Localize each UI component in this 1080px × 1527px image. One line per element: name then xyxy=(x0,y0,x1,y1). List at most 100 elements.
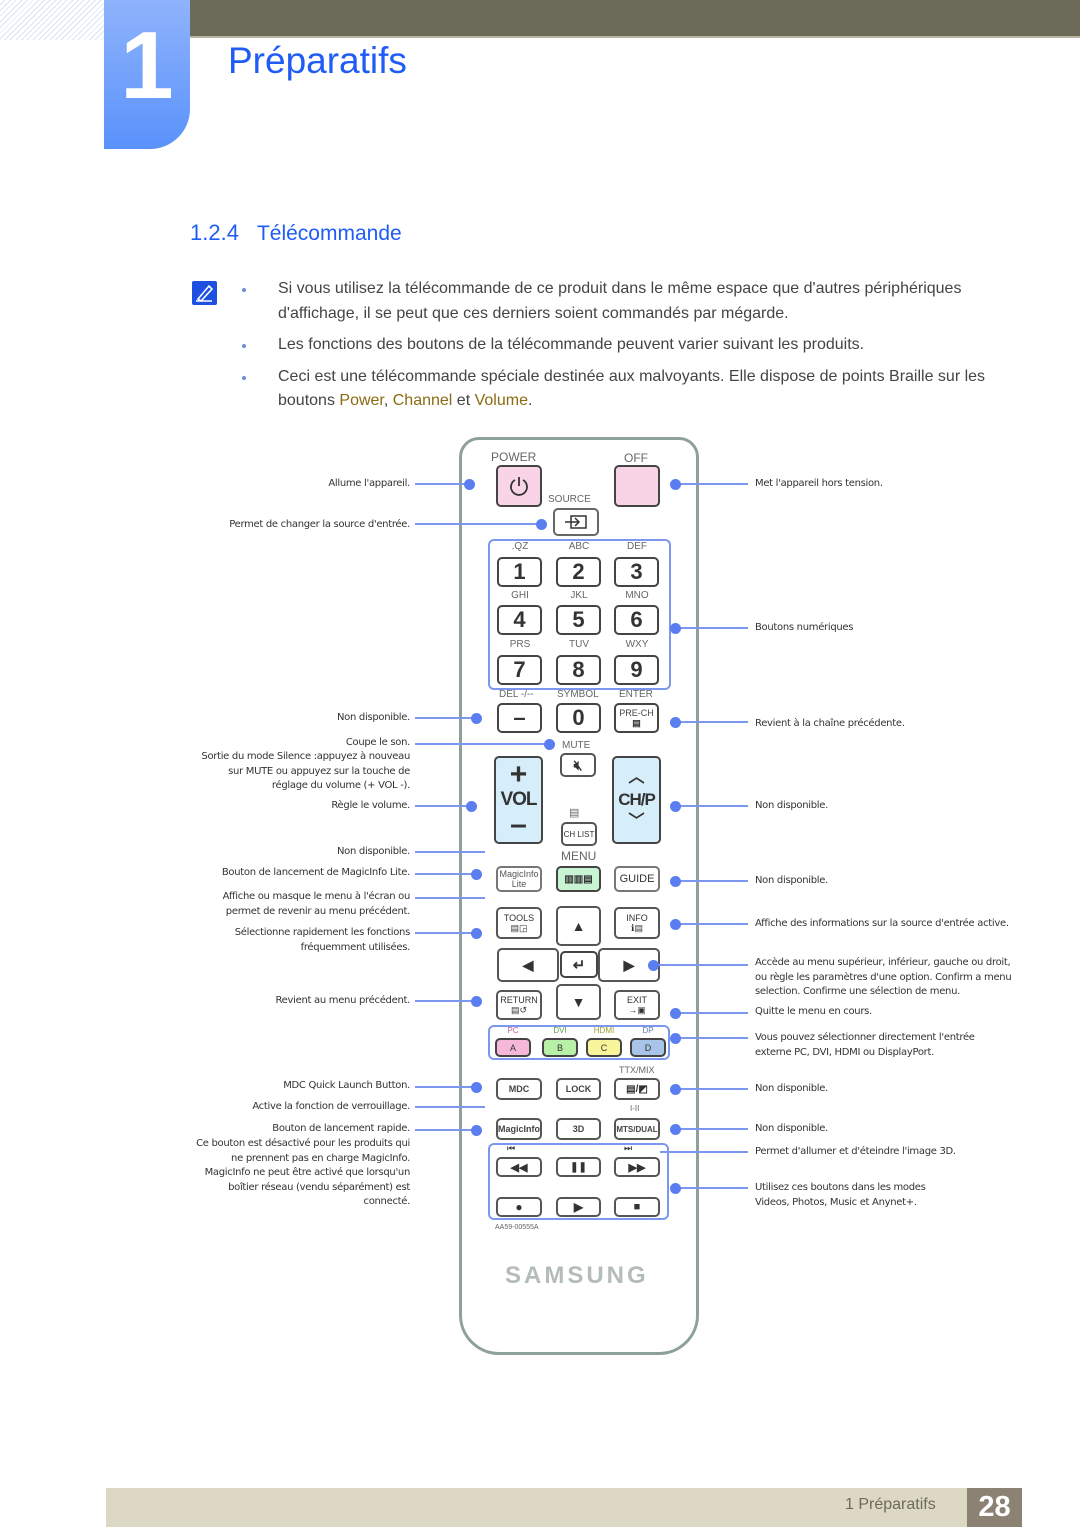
color-key-a-button[interactable]: A xyxy=(495,1038,531,1057)
chp-label: CH/P xyxy=(618,790,656,809)
play-button[interactable]: ▶ xyxy=(556,1197,601,1217)
return-icon: ▤↺ xyxy=(510,1004,528,1015)
3d-button[interactable]: 3D xyxy=(556,1118,601,1140)
callout-leader-line xyxy=(660,1151,748,1153)
off-button[interactable] xyxy=(614,465,660,507)
guide-button[interactable]: GUIDE xyxy=(614,866,660,892)
callout-dot xyxy=(670,1033,681,1044)
callout-leader-line xyxy=(415,851,485,853)
return-button[interactable]: RETURN ▤↺ xyxy=(496,990,542,1020)
color-key-source-label: DP xyxy=(642,1026,654,1035)
chapter-number: 1 xyxy=(120,12,174,119)
chapter-title: Préparatifs xyxy=(228,40,407,81)
keypad-letters: TUV xyxy=(569,639,589,650)
info-button[interactable]: INFO ℹ▤ xyxy=(614,907,660,939)
stop-button[interactable]: ■ xyxy=(614,1197,660,1217)
callout-leader-line xyxy=(675,1037,748,1039)
footer-chapter-label: 1 Préparatifs xyxy=(845,1496,936,1513)
pause-button[interactable]: ❚❚ xyxy=(556,1157,601,1177)
pre-ch-icon: ▤ xyxy=(632,717,641,728)
callout-left-label: Règle le volume. xyxy=(331,800,410,811)
dash-button[interactable]: – xyxy=(497,703,542,733)
ch-list-button[interactable]: CH LIST xyxy=(561,822,597,846)
digit-3-button[interactable]: 3 xyxy=(614,557,659,587)
callout-dot xyxy=(670,1183,681,1194)
color-key-d-button[interactable]: D xyxy=(630,1038,666,1057)
ttx-mix-button[interactable]: ▤/◩ xyxy=(614,1078,660,1100)
callout-right-label: Boutons numériques xyxy=(755,622,854,633)
header-hatch-decoration xyxy=(0,0,104,40)
record-button[interactable]: ● xyxy=(496,1197,542,1217)
magicinfo-lite-button[interactable]: MagicInfo Lite xyxy=(496,866,542,892)
exit-button[interactable]: EXIT →▣ xyxy=(614,990,660,1020)
mute-label: MUTE xyxy=(562,740,591,751)
header-bar xyxy=(190,0,1080,38)
callout-right-label: Accède au menu supérieur, inférieur, gau… xyxy=(755,957,1012,997)
skip-forward-icon: ⏭ xyxy=(624,1143,633,1153)
digit-6-button[interactable]: 6 xyxy=(614,605,659,635)
digit-7-button[interactable]: 7 xyxy=(497,655,542,685)
ttx-mix-icon: ▤/◩ xyxy=(626,1083,648,1095)
callout-leader-line xyxy=(675,1128,748,1130)
callout-leader-line xyxy=(675,1012,748,1014)
color-key-c-button[interactable]: C xyxy=(586,1038,622,1057)
section-name: Télécommande xyxy=(256,222,402,245)
callout-left-label: Permet de changer la source d'entrée. xyxy=(229,519,410,530)
keypad-letters: WXY xyxy=(625,639,649,650)
fast-forward-button[interactable]: ▶▶ xyxy=(614,1157,660,1177)
digit-2-button[interactable]: 2 xyxy=(556,557,601,587)
callout-left-label: Active la fonction de verrouillage. xyxy=(252,1101,410,1112)
nav-left-button[interactable]: ◀ xyxy=(497,948,559,982)
zero-button[interactable]: 0 xyxy=(556,703,601,733)
note-item: Les fonctions des boutons de la télécomm… xyxy=(240,333,1020,358)
callout-dot xyxy=(670,1084,681,1095)
digit-9-button[interactable]: 9 xyxy=(614,655,659,685)
channel-rocker[interactable]: ︿ CH/P ﹀ xyxy=(612,756,661,844)
channel-down-chevron-icon: ﹀ xyxy=(628,813,645,830)
nav-down-button[interactable]: ▼ xyxy=(556,984,601,1020)
info-icon: ℹ▤ xyxy=(631,922,643,933)
magicinfo-button[interactable]: MagicInfo xyxy=(496,1118,542,1140)
lock-button[interactable]: LOCK xyxy=(556,1078,601,1100)
callout-dot xyxy=(544,739,555,750)
volume-rocker[interactable]: + VOL – xyxy=(494,756,543,844)
callout-dot xyxy=(471,996,482,1007)
callout-leader-line xyxy=(675,1088,748,1090)
chlist-icon: ▤ xyxy=(569,807,580,819)
callout-right-label: Affiche des informations sur la source d… xyxy=(755,918,1009,929)
rewind-icon: ◀◀ xyxy=(510,1161,528,1174)
nav-up-button[interactable]: ▲ xyxy=(556,906,601,946)
power-highlight: Power xyxy=(339,392,384,409)
notes-list: Si vous utilisez la télécommande de ce p… xyxy=(240,277,1020,421)
channel-highlight: Channel xyxy=(392,392,453,409)
pre-ch-button[interactable]: PRE-CH ▤ xyxy=(614,703,659,733)
digit-1-button[interactable]: 1 xyxy=(497,557,542,587)
source-button[interactable] xyxy=(553,508,599,536)
arrow-left-icon: ◀ xyxy=(522,956,534,973)
nav-enter-button[interactable]: ↵ xyxy=(560,951,598,978)
callout-right-label: Non disponible. xyxy=(755,800,828,811)
digit-4-button[interactable]: 4 xyxy=(497,605,542,635)
tools-button[interactable]: TOOLS ▤◲ xyxy=(496,907,542,939)
tools-icon: ▤◲ xyxy=(510,922,528,933)
i-ii-label: I-II xyxy=(630,1104,640,1113)
mts-dual-button[interactable]: MTS/DUAL xyxy=(614,1118,660,1140)
power-icon xyxy=(510,477,528,496)
keypad-letters: ABC xyxy=(568,541,590,552)
power-button[interactable] xyxy=(496,465,542,507)
rewind-button[interactable]: ◀◀ xyxy=(496,1157,542,1177)
mdc-button[interactable]: MDC xyxy=(496,1078,542,1100)
callout-leader-line xyxy=(415,1086,476,1088)
digit-8-button[interactable]: 8 xyxy=(556,655,601,685)
callout-dot xyxy=(670,876,681,887)
ttx-label: TTX/MIX xyxy=(619,1065,655,1075)
color-key-b-button[interactable]: B xyxy=(542,1038,578,1057)
menu-button[interactable]: ▥▥▤ xyxy=(556,866,601,892)
callout-dot xyxy=(670,1008,681,1019)
callout-left-label: Bouton de lancement rapide. xyxy=(272,1123,410,1134)
digit-5-button[interactable]: 5 xyxy=(556,605,601,635)
mute-button[interactable]: 🔇︎ xyxy=(560,753,596,777)
callout-leader-line xyxy=(675,627,748,629)
callout-leader-line xyxy=(415,1000,476,1002)
keypad-letters: PRS xyxy=(509,639,531,650)
